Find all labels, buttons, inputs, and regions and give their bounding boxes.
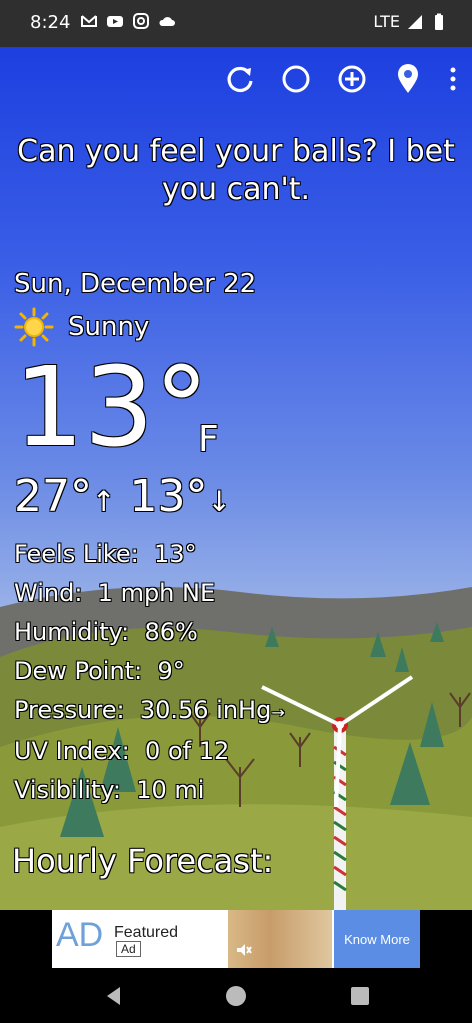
network-type: LTE (373, 12, 400, 31)
location-pin-icon (398, 64, 418, 93)
overflow-menu-icon (450, 67, 456, 91)
battery-icon (435, 13, 443, 30)
navigation-bar (0, 968, 472, 1023)
recents-icon[interactable] (346, 982, 374, 1010)
location-button[interactable] (390, 61, 426, 97)
details-list: Feels Like: 13° Wind: 1 mph NE Humidity:… (14, 535, 285, 810)
date-label: Sun, December 22 (14, 269, 257, 299)
gmail-icon (81, 15, 97, 27)
ad-banner[interactable]: AD Featured Ad Know More (52, 910, 420, 968)
ad-product-image[interactable] (228, 910, 332, 968)
sun-icon (14, 307, 54, 347)
detail-dew-point: Dew Point: 9° (14, 657, 185, 685)
refresh-icon (227, 66, 253, 93)
theme-icon (282, 65, 310, 93)
temperature-unit: F (198, 419, 219, 460)
ad-know-more-button[interactable]: Know More (334, 910, 420, 968)
low-temperature: 13°↓ (129, 471, 231, 522)
weather-message: Can you feel your balls? I bet you can't… (17, 134, 455, 207)
status-time: 8:24 (30, 12, 71, 33)
condition-label: Sunny (68, 312, 150, 342)
back-icon[interactable] (100, 982, 128, 1010)
signal-icon (408, 14, 422, 29)
ad-logo: AD (56, 916, 104, 954)
detail-uv-index: UV Index: 0 of 12 (14, 737, 230, 765)
overflow-menu-button[interactable] (446, 61, 460, 97)
add-location-icon (338, 65, 366, 93)
notification-icons (80, 12, 176, 30)
home-icon[interactable] (222, 982, 250, 1010)
detail-humidity: Humidity: 86% (14, 618, 198, 646)
high-temperature: 27°↑ (14, 471, 116, 522)
detail-wind: Wind: 1 mph NE (14, 579, 216, 607)
detail-pressure: Pressure: 30.56 inHg→ (14, 696, 285, 724)
weather-screen: Can you feel your balls? I bet you can't… (0, 47, 472, 910)
theme-button[interactable] (278, 61, 314, 97)
refresh-button[interactable] (222, 61, 258, 97)
system-icons: LTE (373, 12, 448, 31)
high-low-row: 27°↑ 13°↓ (14, 471, 231, 522)
mute-icon[interactable] (234, 940, 254, 960)
cloud-icon (159, 17, 175, 26)
add-location-button[interactable] (334, 61, 370, 97)
instagram-icon (133, 13, 149, 29)
ad-featured-label: Featured (114, 924, 179, 941)
up-arrow-icon: ↑ (92, 485, 116, 518)
toolbar (222, 61, 460, 97)
detail-visibility: Visibility: 10 mi (14, 776, 205, 804)
down-arrow-icon: ↓ (207, 485, 231, 518)
status-bar: 8:24 LTE (0, 0, 472, 47)
condition-row: Sunny (14, 307, 149, 347)
pressure-trend-icon: → (271, 703, 285, 722)
detail-feels-like: Feels Like: 13° (14, 540, 197, 568)
ad-tag: Ad (116, 941, 141, 957)
current-temperature: 13° (14, 343, 209, 471)
hourly-forecast-title: Hourly Forecast: (12, 842, 274, 880)
youtube-icon (107, 16, 123, 27)
